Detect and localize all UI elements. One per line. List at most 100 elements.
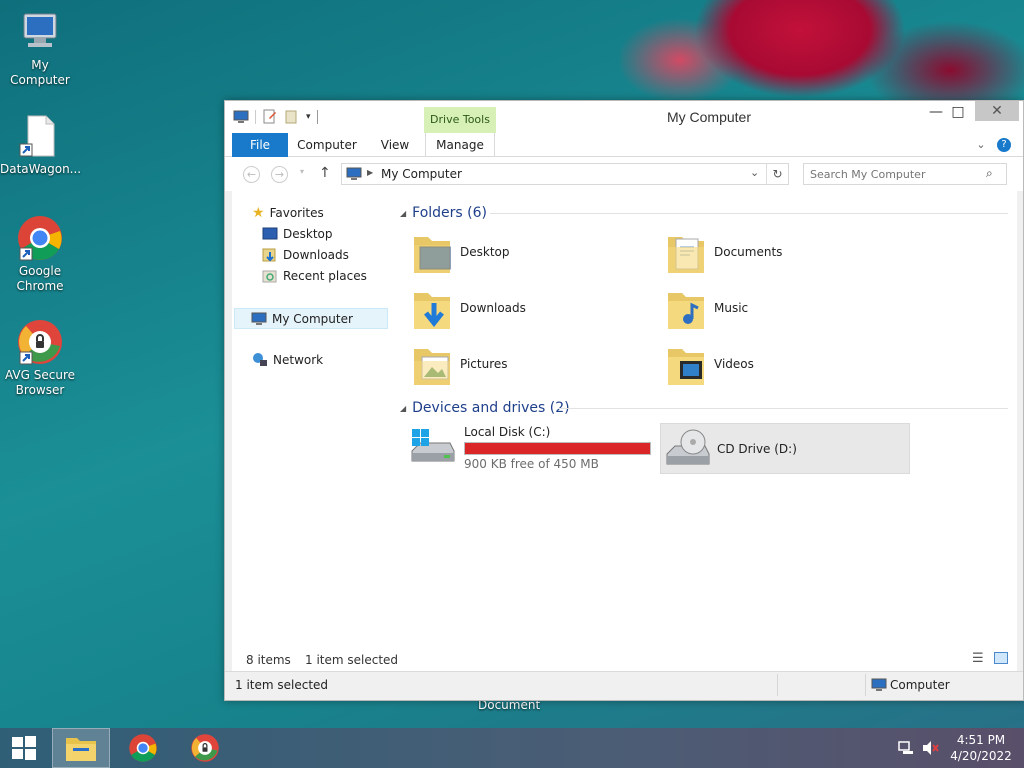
ribbon-tabs: File Computer View Manage ⌄ ? — [225, 133, 1023, 157]
collapse-icon[interactable]: ◢ — [400, 404, 406, 413]
status-bar: 1 item selected Computer — [225, 671, 1023, 700]
drives-group-header[interactable]: ◢ Devices and drives (2) — [400, 400, 570, 416]
desktop-folder-icon — [412, 229, 452, 275]
help-icon[interactable]: ? — [997, 138, 1011, 152]
large-icons-view-icon[interactable] — [994, 652, 1008, 664]
nav-my-computer[interactable]: My Computer — [234, 308, 388, 329]
music-folder-icon — [666, 285, 706, 331]
desktop-icon-label: AVG Secure Browser — [4, 368, 76, 397]
up-button[interactable]: ↑ — [319, 165, 331, 181]
explorer-window: ▾ Drive Tools My Computer — □ ✕ File Com… — [224, 100, 1024, 701]
drive-name: Local Disk (C:) — [464, 425, 551, 439]
items-count: 8 items — [246, 653, 291, 667]
group-divider — [490, 213, 1008, 214]
group-title: Folders (6) — [412, 205, 487, 221]
breadcrumb-chevron-icon[interactable]: ▶ — [367, 168, 373, 177]
hard-drive-icon — [411, 429, 455, 462]
chrome-icon — [129, 734, 157, 762]
drive-usage-fill — [465, 443, 650, 454]
desktop-folder-icon — [262, 227, 278, 240]
desktop-icon-label: DataWagon... — [0, 162, 82, 176]
document-icon — [16, 112, 64, 160]
network-tray-icon[interactable] — [898, 740, 914, 756]
tab-computer[interactable]: Computer — [293, 133, 361, 157]
clock[interactable]: 4:51 PM 4/20/2022 — [946, 732, 1016, 764]
details-view-icon[interactable]: ☰ — [972, 651, 984, 666]
file-explorer-icon — [66, 738, 96, 761]
folders-group-header[interactable]: ◢ Folders (6) — [400, 205, 487, 221]
drive-item-c[interactable]: Local Disk (C:) 900 KB free of 450 MB — [408, 423, 656, 473]
folder-item-desktop[interactable]: Desktop — [412, 229, 510, 275]
volume-muted-icon[interactable] — [922, 740, 940, 756]
desktop-icon-label: My Computer — [10, 58, 70, 87]
nav-favorites[interactable]: ★ Favorites — [252, 203, 324, 223]
window-title: My Computer — [666, 109, 752, 125]
folder-item-downloads[interactable]: Downloads — [412, 285, 526, 331]
tab-manage[interactable]: Manage — [425, 133, 495, 157]
videos-folder-icon — [666, 341, 706, 387]
address-current[interactable]: My Computer — [381, 167, 462, 181]
folder-item-music[interactable]: Music — [666, 285, 748, 331]
status-selection: 1 item selected — [235, 678, 329, 692]
navigation-pane: ★ Favorites Desktop Downloads Recent pla… — [232, 191, 390, 671]
start-button[interactable] — [0, 728, 48, 768]
status-bar-details: 8 items 1 item selected ☰ — [232, 649, 1017, 671]
network-icon — [253, 353, 267, 366]
item-label: Documents — [714, 245, 783, 259]
nav-network[interactable]: Network — [252, 350, 323, 370]
desktop-icon-chrome[interactable]: Google Chrome — [0, 214, 80, 294]
address-dropdown-icon[interactable]: ⌄ — [750, 166, 759, 179]
search-box[interactable]: ⌕ — [803, 163, 1007, 185]
drive-free-space: 900 KB free of 450 MB — [464, 457, 599, 471]
nav-desktop[interactable]: Desktop — [262, 224, 333, 244]
back-button[interactable]: ← — [243, 166, 260, 183]
recent-locations-icon[interactable]: ▾ — [300, 167, 304, 176]
drive-item-d[interactable]: CD Drive (D:) — [660, 423, 910, 474]
address-bar[interactable]: ▶ My Computer ⌄ ↻ — [341, 163, 789, 185]
desktop-icon-datawagon[interactable]: DataWagon... — [0, 112, 82, 177]
item-label: Downloads — [460, 301, 526, 315]
ribbon-expand-icon[interactable]: ⌄ — [973, 133, 989, 157]
taskbar-avg-browser[interactable] — [176, 728, 234, 768]
nav-label: Downloads — [283, 248, 349, 262]
desktop-icon-avg[interactable]: AVG Secure Browser — [0, 318, 80, 398]
recent-places-icon — [262, 270, 277, 283]
downloads-folder-icon — [412, 285, 452, 331]
clock-date: 4/20/2022 — [950, 749, 1012, 763]
folder-item-videos[interactable]: Videos — [666, 341, 754, 387]
drive-name: CD Drive (D:) — [717, 442, 797, 456]
item-label: Videos — [714, 357, 754, 371]
search-icon[interactable]: ⌕ — [986, 166, 993, 181]
tab-file[interactable]: File — [232, 133, 288, 157]
refresh-icon[interactable]: ↻ — [766, 164, 788, 184]
item-label: Pictures — [460, 357, 508, 371]
folder-item-pictures[interactable]: Pictures — [412, 341, 508, 387]
item-label: Desktop — [460, 245, 510, 259]
folder-item-documents[interactable]: Documents — [666, 229, 782, 275]
star-icon: ★ — [252, 205, 265, 221]
nav-downloads[interactable]: Downloads — [262, 245, 349, 265]
chrome-icon — [16, 214, 64, 262]
collapse-icon[interactable]: ◢ — [400, 209, 406, 218]
taskbar-file-explorer[interactable] — [52, 728, 110, 768]
title-bar[interactable]: ▾ Drive Tools My Computer — □ ✕ — [225, 101, 1023, 133]
nav-label: Network — [273, 353, 324, 367]
nav-label: My Computer — [272, 311, 353, 326]
cd-drive-icon — [666, 429, 710, 465]
selection-count: 1 item selected — [305, 653, 399, 667]
close-button[interactable]: ✕ — [975, 101, 1019, 121]
search-input[interactable] — [810, 166, 980, 182]
forward-button[interactable]: → — [271, 166, 288, 183]
desktop-icon-my-computer[interactable]: My Computer — [0, 8, 80, 88]
pictures-folder-icon — [412, 341, 452, 387]
item-label: Music — [714, 301, 749, 315]
taskbar-chrome[interactable] — [114, 728, 172, 768]
nav-recent-places[interactable]: Recent places — [262, 266, 367, 286]
maximize-button[interactable]: □ — [943, 101, 973, 123]
group-title: Devices and drives (2) — [412, 400, 570, 416]
drive-usage-bar — [464, 442, 651, 455]
avg-browser-icon — [191, 734, 219, 762]
nav-label: Recent places — [283, 269, 367, 283]
tab-view[interactable]: View — [371, 133, 419, 157]
computer-icon — [16, 8, 64, 56]
